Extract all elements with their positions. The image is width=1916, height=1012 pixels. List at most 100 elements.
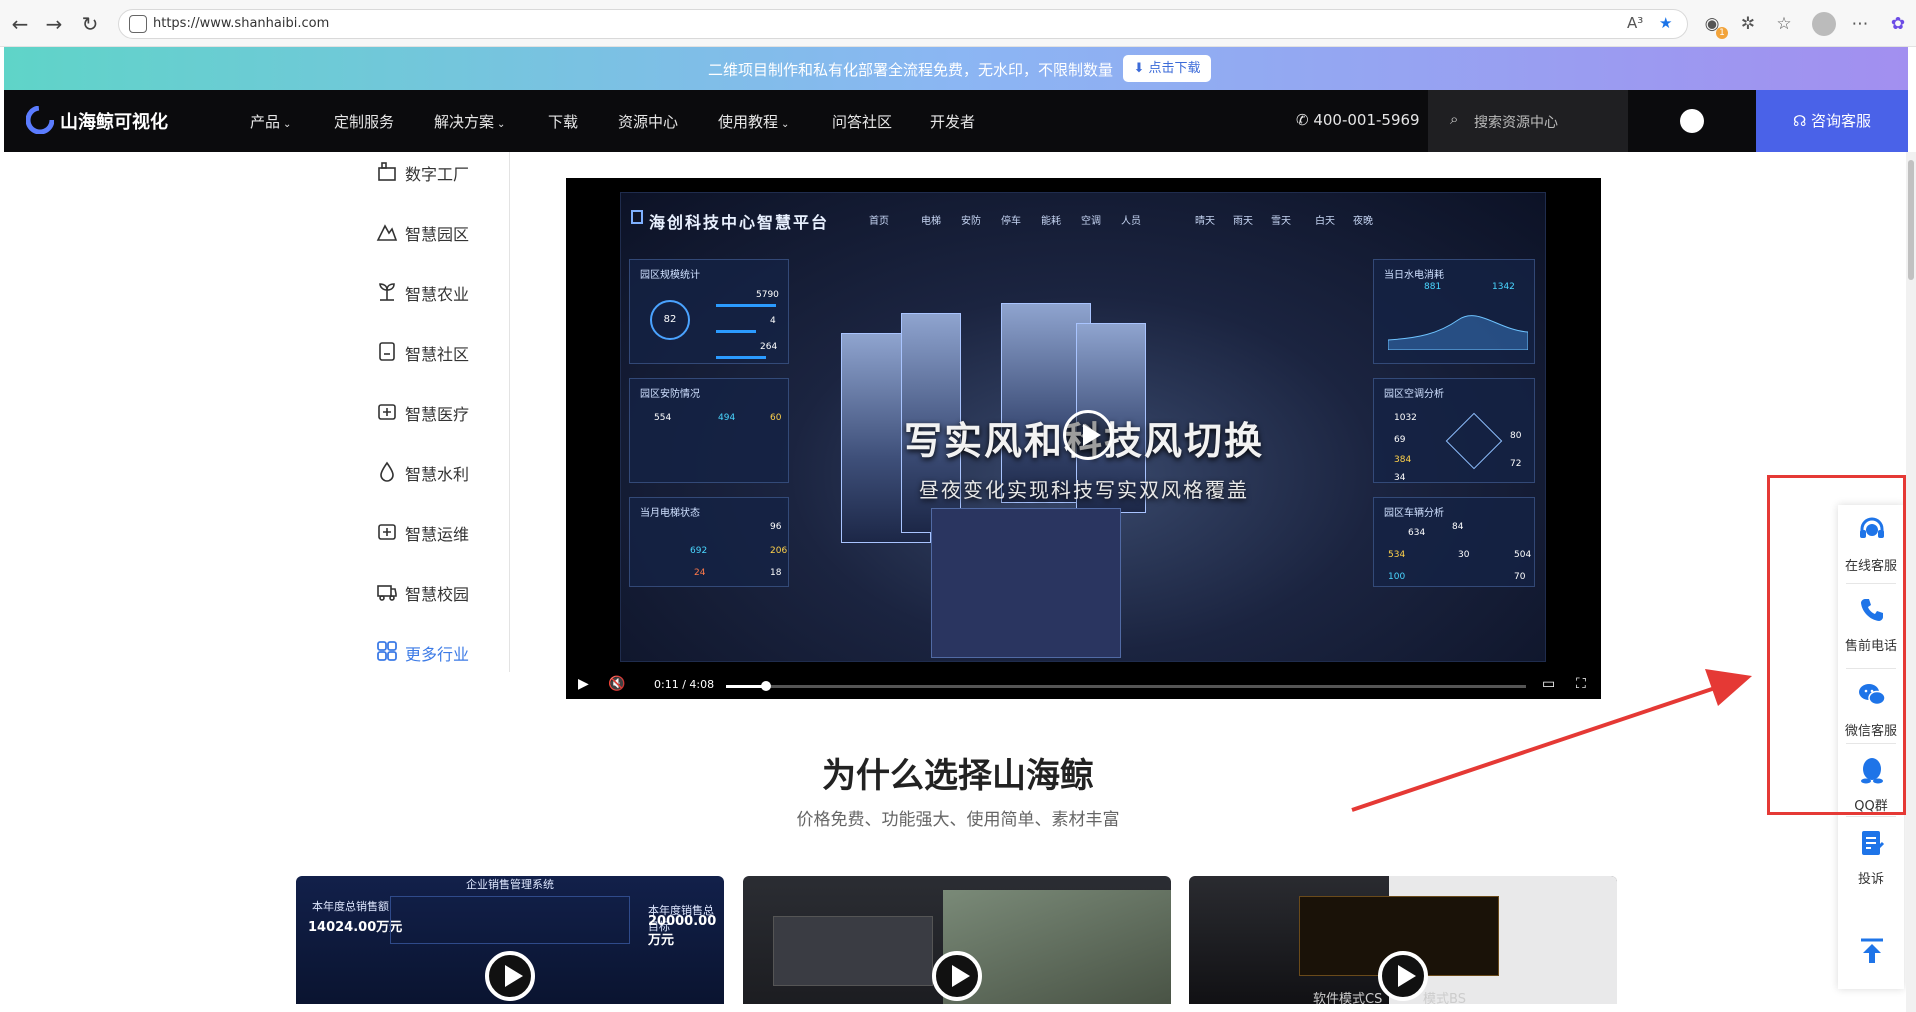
logo-text[interactable]: 山海鲸可视化 (60, 108, 168, 134)
play-icon[interactable] (485, 951, 535, 1001)
nav-product[interactable]: 产品 ⌄ (250, 111, 291, 132)
reload-icon[interactable]: ↻ (78, 12, 102, 36)
scrollbar-thumb[interactable] (1908, 160, 1914, 280)
video-tab: 空调 (1081, 216, 1101, 227)
video-thumbnail-3[interactable]: 软件模式CS 模式BS (1189, 876, 1617, 1004)
page-scrollbar[interactable] (1906, 152, 1916, 1012)
stat-value: 881 (1424, 282, 1442, 292)
industry-item[interactable]: 智慧水利 (376, 458, 496, 484)
video-tab: 电梯 (921, 216, 941, 227)
nav-tutorials[interactable]: 使用教程 ⌄ (718, 111, 789, 132)
puzzle-icon[interactable]: ✲ (1736, 12, 1760, 36)
panel-title: 当日水电消耗 (1384, 270, 1444, 281)
nav-developer[interactable]: 开发者 (930, 111, 975, 132)
widget-back-to-top[interactable] (1838, 911, 1904, 991)
nav-resource-center[interactable]: 资源中心 (618, 111, 678, 132)
fullscreen-icon[interactable]: ⛶ (1576, 676, 1586, 692)
panel-park-scale: 园区规模统计 82 5790 4 264 (629, 259, 789, 364)
industry-item[interactable]: 数字工厂 (376, 158, 496, 184)
back-to-top-icon (1861, 938, 1883, 963)
mute-icon[interactable]: 🔇 (608, 676, 625, 692)
video-tab: 停车 (1001, 216, 1021, 227)
grid-icon (377, 641, 397, 661)
stat-value: 264 (760, 342, 778, 352)
industry-item[interactable]: 智慧园区 (376, 218, 496, 244)
platform-logo-icon (631, 210, 643, 224)
stat-value: 692 (690, 546, 708, 556)
industry-label: 智慧医疗 (405, 405, 470, 424)
factory-icon (378, 162, 396, 181)
video-platform-title: 海创科技中心智慧平台 (649, 213, 830, 232)
thumb-label: 企业销售管理系统 (466, 878, 554, 891)
play-icon[interactable] (932, 951, 982, 1001)
favorites-icon[interactable]: ☆ (1772, 12, 1796, 36)
panel-title: 园区空调分析 (1384, 389, 1444, 400)
nav-label: 开发者 (930, 113, 976, 131)
section-title: 为什么选择山海鲸 (822, 756, 1094, 796)
phone-icon: ✆ (1296, 111, 1314, 129)
industry-item[interactable]: 智慧校园 (376, 578, 496, 604)
industry-item[interactable]: 智慧运维 (376, 518, 496, 544)
stat-bar (716, 356, 766, 359)
industry-item[interactable]: 更多行业 (376, 638, 496, 664)
weather-item: 雨天 (1233, 216, 1253, 227)
nav-solutions[interactable]: 解决方案 ⌄ (434, 111, 505, 132)
industry-label: 智慧园区 (405, 225, 470, 244)
industry-item[interactable]: 智慧医疗 (376, 398, 496, 424)
nav-qa-community[interactable]: 问答社区 (832, 111, 892, 132)
phone-number[interactable]: ✆ 400-001-5969 (1296, 111, 1420, 129)
logo-icon[interactable] (26, 106, 54, 134)
read-aloud-icon[interactable]: A³ (1627, 14, 1643, 32)
back-icon[interactable]: ← (8, 12, 32, 36)
widget-complaint[interactable]: 投诉 (1838, 818, 1904, 898)
play-small-icon[interactable]: ▶ (578, 676, 589, 692)
consult-button[interactable]: ☊ 咨询客服 (1756, 90, 1908, 152)
panel-water-power: 当日水电消耗 881 1342 (1373, 259, 1535, 364)
nav-label: 产品 (250, 113, 281, 131)
water-power-area-chart (1388, 315, 1528, 350)
forward-icon[interactable]: → (42, 12, 66, 36)
site-info-icon[interactable] (129, 15, 147, 33)
download-button[interactable]: ⬇ 点击下载 (1123, 55, 1211, 82)
section-subtitle: 价格免费、功能强大、使用简单、素材丰富 (796, 810, 1120, 830)
video-progress-fill (726, 685, 766, 688)
profile-avatar[interactable] (1812, 12, 1836, 36)
nav-download[interactable]: 下载 (548, 111, 578, 132)
video-controls: ▶ 🔇 0:11 / 4:08 ▭ ⛶ (566, 672, 1601, 699)
video-thumbnail-1[interactable]: 企业销售管理系统 本年度总销售额 14024.00万元 本年度销售总目标 200… (296, 876, 724, 1004)
industry-item[interactable]: 智慧农业 (376, 278, 496, 304)
stat-value: 1342 (1492, 282, 1515, 292)
copilot-icon[interactable]: ✿ (1886, 12, 1910, 36)
thumb-label: 模式BS (1423, 992, 1466, 1004)
stat-value: 5790 (756, 290, 779, 300)
medical-icon (378, 404, 396, 420)
play-icon[interactable] (1378, 951, 1428, 1001)
stat-value: 30 (1458, 550, 1470, 560)
search-input[interactable]: ⌕ 搜索资源中心 (1428, 90, 1628, 152)
video-progress-track[interactable] (726, 681, 1526, 691)
site-header: 山海鲸可视化 产品 ⌄ 定制服务 解决方案 ⌄ 下载 资源中心 使用教程 ⌄ 问答社区… (4, 90, 1908, 152)
thumb-table (390, 896, 630, 944)
widget-label: 投诉 (1857, 872, 1884, 887)
play-icon[interactable] (1063, 410, 1113, 460)
video-progress-knob[interactable] (761, 681, 771, 691)
weather-item: 白天 (1315, 216, 1335, 227)
address-bar[interactable]: https://www.shanhaibi.com A³ ★ (118, 9, 1688, 39)
more-menu-icon[interactable]: ⋯ (1848, 12, 1872, 36)
video-thumbnail-2[interactable] (743, 876, 1171, 1004)
nav-custom-service[interactable]: 定制服务 (334, 111, 394, 132)
industry-label: 智慧校园 (405, 585, 470, 604)
industry-item[interactable]: 智慧社区 (376, 338, 496, 364)
panel-title: 当月电梯状态 (640, 508, 700, 519)
video-time: 0:11 / 4:08 (654, 678, 715, 691)
pip-icon[interactable]: ▭ (1542, 676, 1555, 692)
maintenance-icon (378, 524, 396, 540)
nav-label: 定制服务 (334, 113, 395, 131)
nav-label: 使用教程 (718, 113, 779, 131)
favorite-star-icon[interactable]: ★ (1659, 14, 1672, 32)
stat-value: 534 (1388, 550, 1406, 560)
panel-vehicle: 园区车辆分析 634 84 534 30 504 100 70 (1373, 497, 1535, 587)
user-avatar[interactable] (1680, 109, 1704, 133)
video-player[interactable]: 海创科技中心智慧平台 首页 电梯 安防 停车 能耗 空调 人员 晴天 雨天 雪天… (566, 178, 1601, 699)
stat-value: 100 (1388, 572, 1406, 582)
